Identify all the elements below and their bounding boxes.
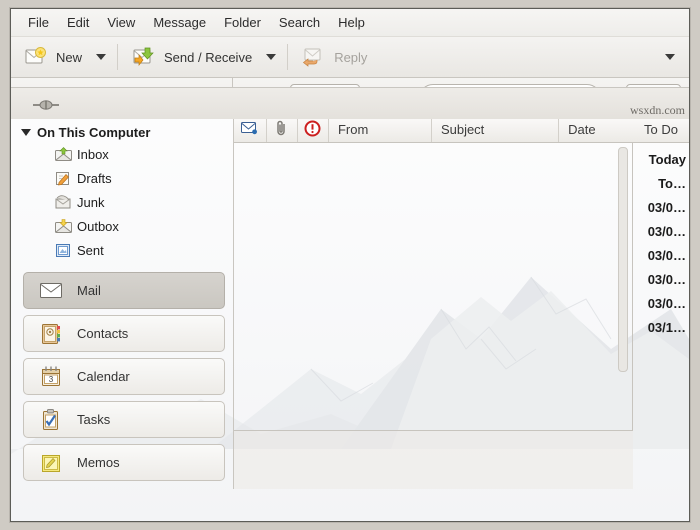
message-list[interactable] — [234, 143, 633, 430]
sidebar-item-label: Tasks — [77, 412, 111, 427]
junk-folder-icon — [55, 194, 72, 210]
todo-item[interactable]: To… — [633, 171, 689, 195]
sidebar-item-label: Memos — [77, 455, 120, 470]
outbox-folder-icon — [55, 218, 72, 234]
importance-icon — [304, 120, 321, 140]
expander-triangle-icon[interactable] — [21, 129, 31, 136]
sidebar-folder-sent[interactable]: Sent — [11, 238, 233, 262]
sidebar-item-tasks[interactable]: Tasks — [23, 401, 225, 438]
main-body: On This Computer Inbox Drafts Junk Outbo… — [11, 117, 689, 489]
folder-tree: On This Computer Inbox Drafts Junk Outbo… — [11, 117, 233, 272]
sent-folder-icon — [55, 243, 72, 258]
attachment-icon — [275, 120, 288, 139]
sidebar-folder-inbox[interactable]: Inbox — [11, 142, 233, 166]
sidebar-folder-label: Drafts — [77, 170, 112, 186]
drafts-folder-icon — [55, 171, 72, 186]
todo-item[interactable]: 03/0… — [633, 219, 689, 243]
todo-list[interactable]: Today To… 03/0… 03/0… 03/0… 03/0… 03/0… … — [633, 143, 689, 489]
site-watermark: wsxdn.com — [630, 103, 685, 117]
sidebar-folder-label: Sent — [77, 242, 104, 258]
new-button-label: New — [56, 49, 83, 65]
column-from[interactable]: From — [329, 117, 432, 142]
folder-tree-root[interactable]: On This Computer — [11, 123, 233, 142]
message-preview-pane — [234, 430, 633, 489]
memos-switcher-icon — [38, 451, 64, 475]
column-subject[interactable]: Subject — [432, 117, 560, 142]
read-status-icon — [241, 121, 258, 138]
column-attachment[interactable] — [267, 117, 298, 142]
status-bar: wsxdn.com — [11, 87, 689, 119]
column-date[interactable]: Date — [559, 117, 633, 142]
evolution-window: File Edit View Message Folder Search Hel… — [10, 8, 690, 522]
todo-item[interactable]: 03/0… — [633, 243, 689, 267]
reply-dropdown-caret[interactable] — [665, 54, 675, 60]
sidebar-folder-label: Outbox — [77, 218, 119, 234]
column-importance[interactable] — [298, 117, 329, 142]
send-receive-button-label: Send / Receive — [164, 49, 253, 65]
sidebar-item-memos[interactable]: Memos — [23, 444, 225, 481]
inbox-folder-icon — [55, 146, 72, 162]
message-list-header: From Subject Date — [234, 117, 633, 143]
new-button[interactable]: New — [15, 41, 90, 73]
sidebar-folder-label: Junk — [77, 194, 105, 210]
new-dropdown-caret[interactable] — [96, 54, 107, 60]
calendar-switcher-icon: 3 — [38, 365, 64, 389]
main-toolbar: New Send / Receive Reply — [11, 37, 689, 78]
contacts-switcher-icon — [38, 322, 64, 346]
sidebar-folder-label: Inbox — [77, 146, 109, 162]
sidebar-folder-outbox[interactable]: Outbox — [11, 214, 233, 238]
toolbar-separator-1 — [117, 44, 119, 70]
menu-folder[interactable]: Folder — [215, 12, 270, 33]
send-receive-icon — [131, 46, 155, 68]
todo-header[interactable]: To Do — [633, 117, 689, 143]
sidebar-item-contacts[interactable]: Contacts — [23, 315, 225, 352]
sidebar-item-calendar[interactable]: 3 Calendar — [23, 358, 225, 395]
menu-view[interactable]: View — [98, 12, 144, 33]
todo-item[interactable]: 03/0… — [633, 195, 689, 219]
sidebar-item-label: Contacts — [77, 326, 129, 341]
sidebar-item-label: Calendar — [77, 369, 130, 384]
toolbar-separator-2 — [287, 44, 289, 70]
todo-item[interactable]: Today — [633, 147, 689, 171]
menu-edit[interactable]: Edit — [58, 12, 98, 33]
sidebar-item-mail[interactable]: Mail — [23, 272, 225, 309]
todo-pane: To Do Today To… 03/0… 03/0… 03/0… 03/0… … — [633, 117, 689, 489]
sidebar: On This Computer Inbox Drafts Junk Outbo… — [11, 117, 234, 489]
sidebar-item-label: Mail — [77, 283, 101, 298]
menu-help[interactable]: Help — [329, 12, 374, 33]
todo-item[interactable]: 03/0… — [633, 267, 689, 291]
reply-icon — [301, 46, 325, 68]
mail-switcher-icon — [38, 279, 64, 303]
tasks-switcher-icon — [38, 408, 64, 432]
todo-item[interactable]: 03/1… — [633, 315, 689, 339]
view-switcher: Mail Contacts 3 Calendar Tasks Memos — [11, 272, 233, 489]
message-list-scrollbar[interactable] — [618, 147, 628, 372]
menu-file[interactable]: File — [19, 12, 58, 33]
message-list-pane: From Subject Date — [234, 117, 633, 489]
menu-bar: File Edit View Message Folder Search Hel… — [11, 9, 689, 37]
send-receive-dropdown-caret[interactable] — [266, 54, 277, 60]
sidebar-folder-junk[interactable]: Junk — [11, 190, 233, 214]
folder-tree-root-label: On This Computer — [37, 125, 151, 140]
menu-message[interactable]: Message — [144, 12, 215, 33]
reply-button[interactable]: Reply — [293, 41, 375, 73]
todo-item[interactable]: 03/0… — [633, 291, 689, 315]
sidebar-folder-drafts[interactable]: Drafts — [11, 166, 233, 190]
reply-button-label: Reply — [334, 49, 368, 65]
new-message-icon — [23, 46, 47, 68]
menu-search[interactable]: Search — [270, 12, 329, 33]
send-receive-button[interactable]: Send / Receive — [123, 41, 260, 73]
svg-text:3: 3 — [49, 375, 54, 384]
column-read-status[interactable] — [234, 117, 267, 142]
resize-grip-icon[interactable] — [31, 98, 61, 110]
